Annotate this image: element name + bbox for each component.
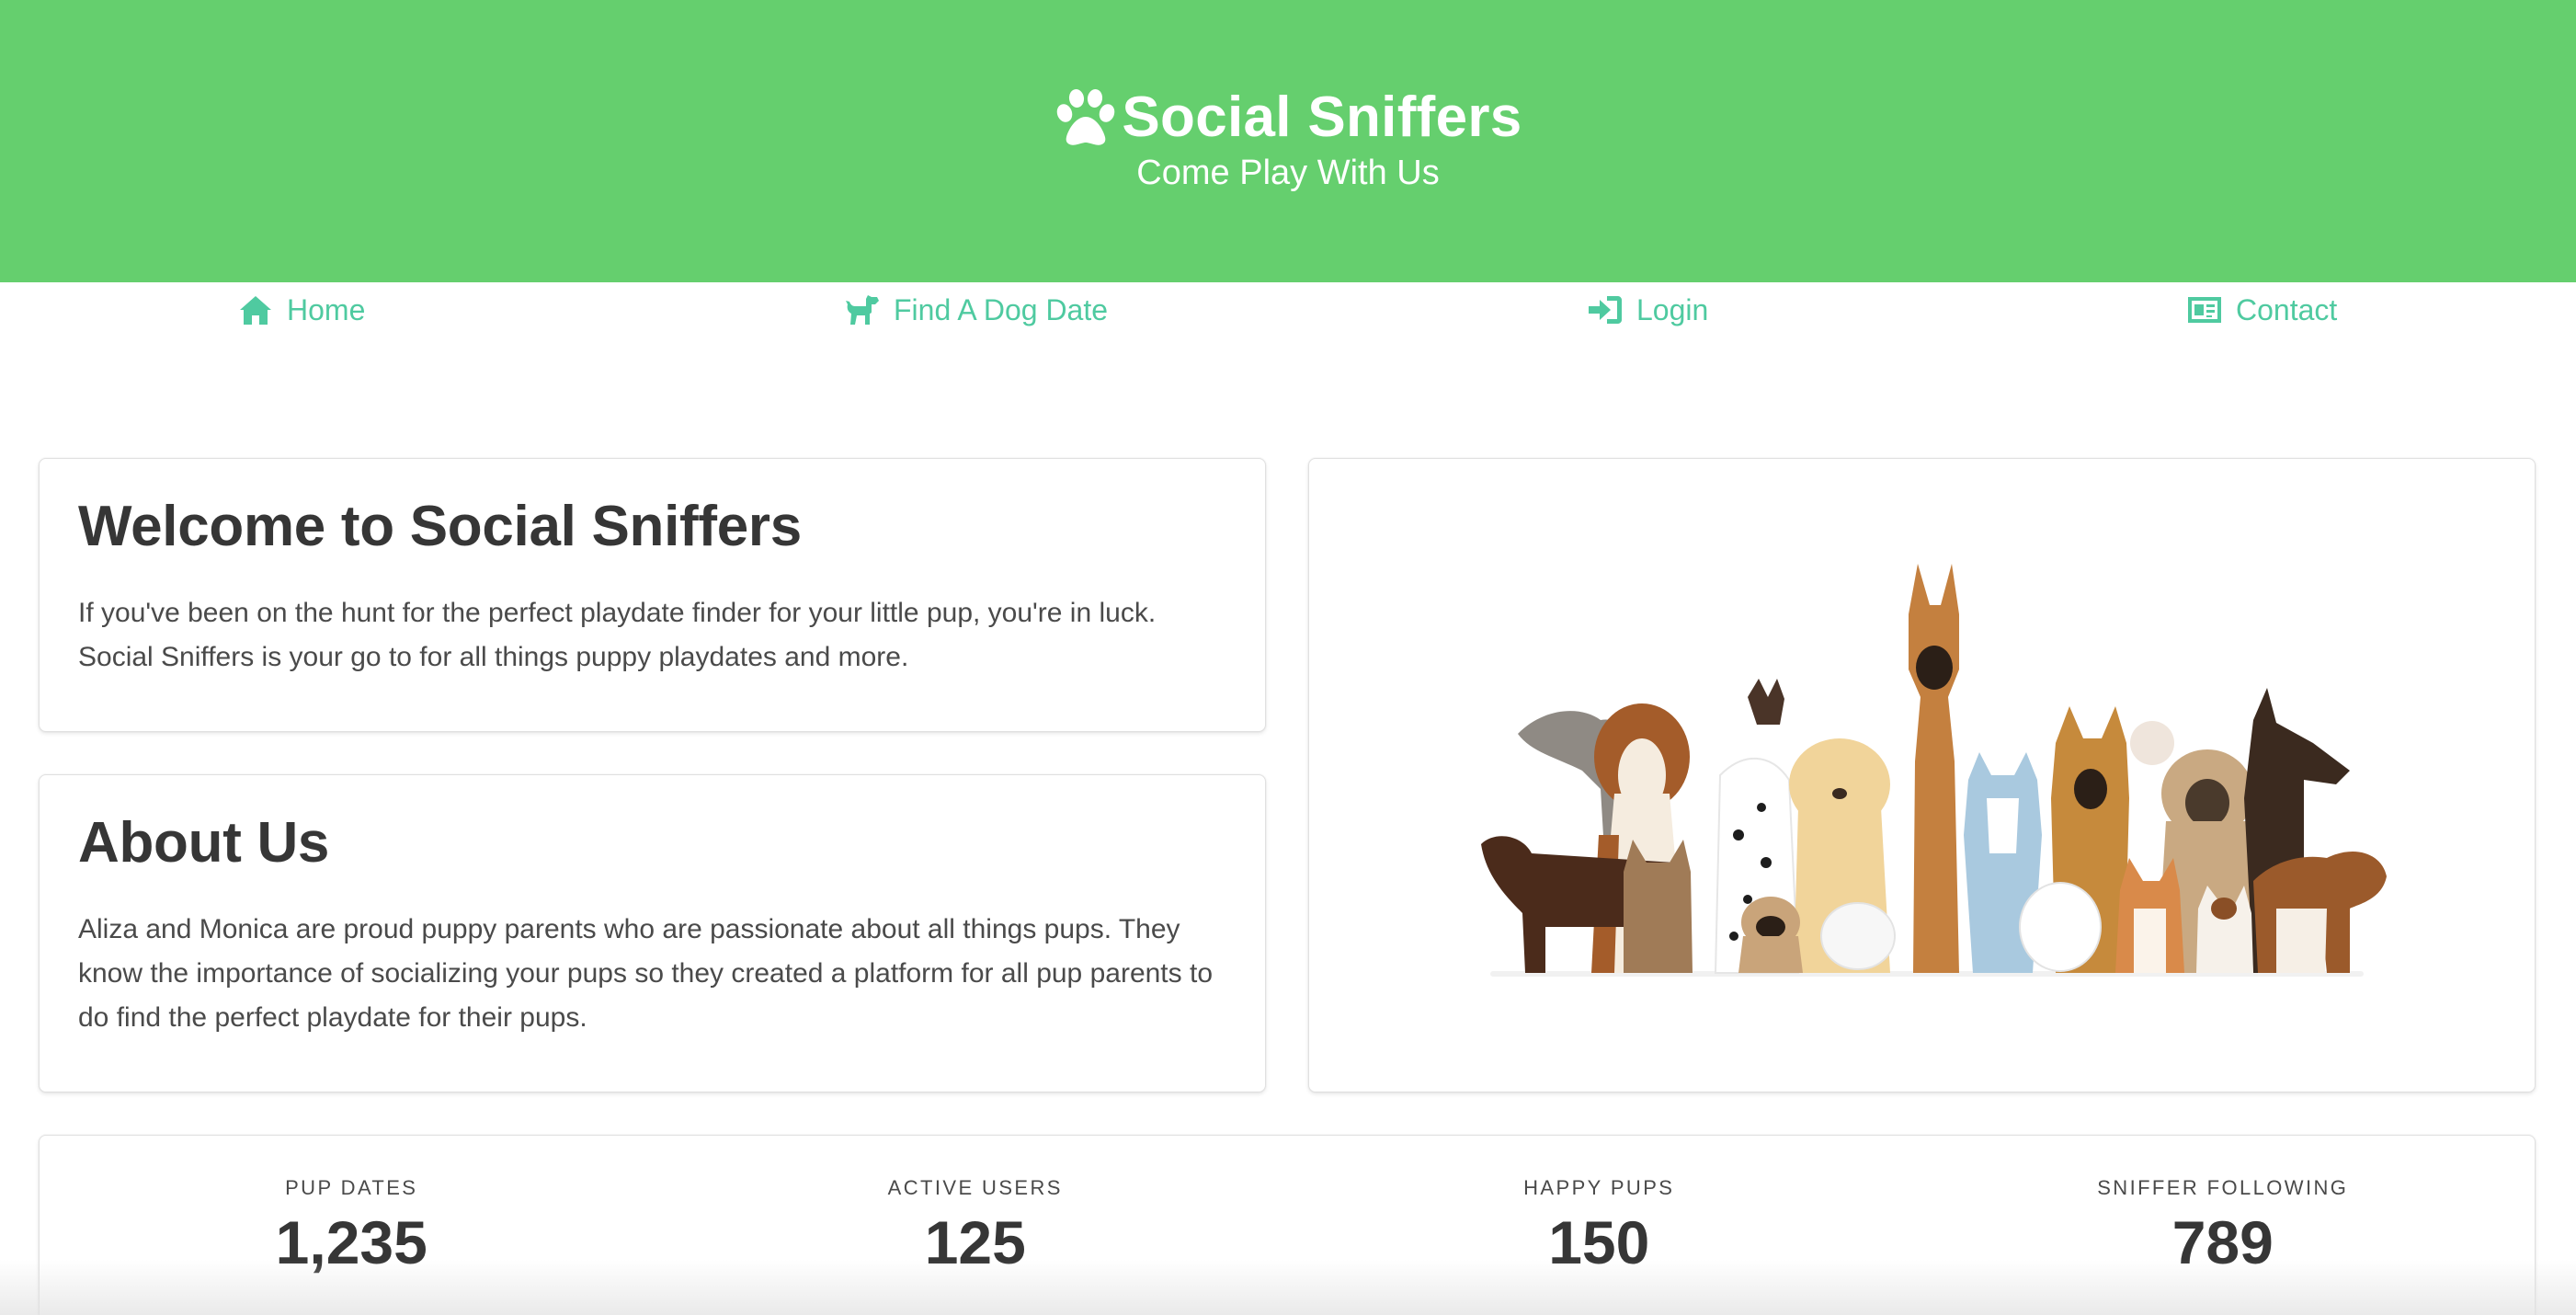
nav-find-dog-date[interactable]: Find A Dog Date <box>844 290 1108 330</box>
stat-label: HAPPY PUPS <box>1523 1176 1675 1199</box>
stat-value: 1,235 <box>275 1208 427 1276</box>
paw-icon <box>1057 89 1115 145</box>
dog-icon <box>846 295 879 325</box>
about-text: Aliza and Monica are proud puppy parents… <box>78 914 1213 1033</box>
nav-login-label: Login <box>1636 293 1709 326</box>
welcome-text: If you've been on the hunt for the perfe… <box>78 598 1157 672</box>
stat-label: SNIFFER FOLLOWING <box>2097 1176 2349 1199</box>
sign-in-icon <box>1589 296 1622 324</box>
nav-home-label: Home <box>287 293 366 326</box>
stat-active-users: ACTIVE USERS 125 <box>664 1136 1288 1315</box>
dogs-image-card <box>1308 458 2536 1092</box>
stat-value: 125 <box>924 1208 1026 1276</box>
stat-sniffer-following: SNIFFER FOLLOWING 789 <box>1911 1136 2536 1315</box>
stat-label: PUP DATES <box>285 1176 418 1199</box>
site-subtitle: Come Play With Us <box>1136 154 1440 192</box>
stat-value: 150 <box>1548 1208 1650 1276</box>
nav-contact[interactable]: Contact <box>2186 290 2337 330</box>
nav-home[interactable]: Home <box>237 290 365 330</box>
dogs-illustration <box>1480 564 2387 977</box>
brand: Social Sniffers <box>0 85 2576 151</box>
stat-pup-dates: PUP DATES 1,235 <box>40 1136 664 1315</box>
welcome-card: Welcome to Social Sniffers If you've bee… <box>39 458 1266 732</box>
stat-value: 789 <box>2171 1208 2274 1276</box>
nav-find-dog-date-label: Find A Dog Date <box>894 293 1109 326</box>
hero-banner: Social Sniffers Come Play With Us <box>0 0 2576 282</box>
stat-happy-pups: HAPPY PUPS 150 <box>1287 1136 1911 1315</box>
id-card-icon <box>2188 297 2221 323</box>
stat-label: ACTIVE USERS <box>887 1176 1063 1199</box>
welcome-heading: Welcome to Social Sniffers <box>78 495 802 558</box>
about-card: About Us Aliza and Monica are proud pupp… <box>39 774 1266 1092</box>
main-nav: Home Find A Dog Date Login Contact <box>0 282 2576 334</box>
stats-bar: PUP DATES 1,235 ACTIVE USERS 125 HAPPY P… <box>39 1135 2536 1315</box>
nav-login[interactable]: Login <box>1587 290 1708 330</box>
nav-contact-label: Contact <box>2236 293 2338 326</box>
about-heading: About Us <box>78 811 330 875</box>
site-title: Social Sniffers <box>1122 86 1522 149</box>
home-icon <box>240 296 271 325</box>
